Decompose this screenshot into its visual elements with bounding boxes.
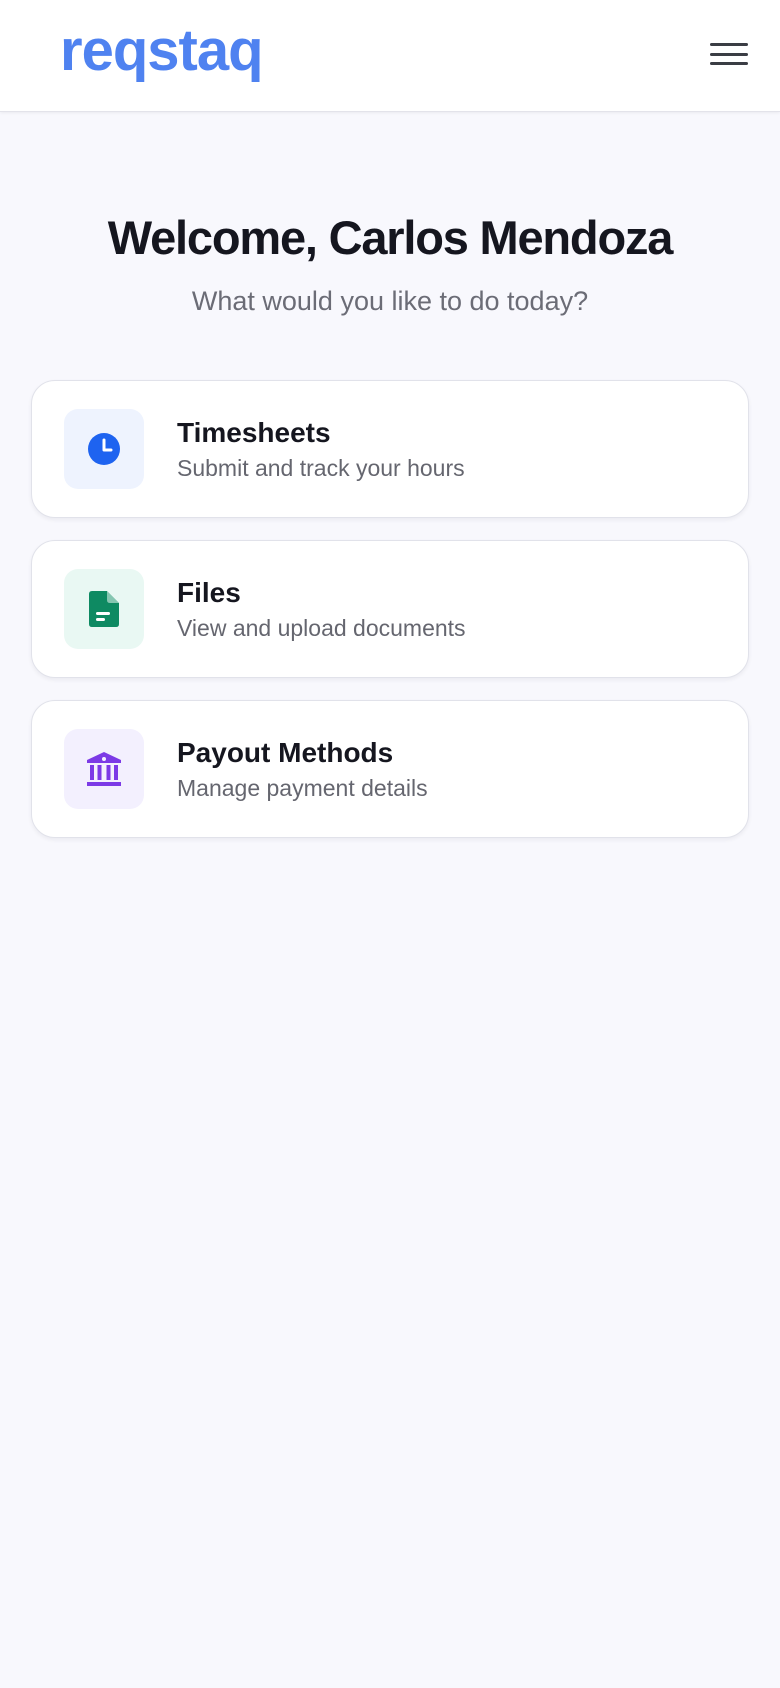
payout-methods-icon-tile bbox=[64, 729, 144, 810]
timesheets-title: Timesheets bbox=[177, 416, 331, 448]
payout-methods-card[interactable]: Payout Methods Manage payment details bbox=[31, 700, 749, 839]
bank-icon bbox=[87, 752, 121, 787]
payout-methods-title: Payout Methods bbox=[177, 736, 394, 768]
welcome-section: Welcome, Carlos Mendoza What would you l… bbox=[0, 112, 780, 317]
timesheets-card[interactable]: Timesheets Submit and track your hours bbox=[31, 380, 749, 519]
files-title: Files bbox=[177, 576, 241, 608]
clock-icon bbox=[88, 433, 120, 466]
files-card-text: Files View and upload documents bbox=[177, 576, 466, 643]
hamburger-menu-icon-line bbox=[710, 62, 748, 65]
files-description: View and upload documents bbox=[177, 615, 466, 642]
reqstaq-logo[interactable]: reqstaq bbox=[60, 22, 264, 80]
action-cards: Timesheets Submit and track your hours F… bbox=[0, 380, 780, 839]
welcome-subtitle: What would you like to do today? bbox=[191, 286, 589, 317]
payout-methods-description: Manage payment details bbox=[177, 775, 428, 802]
files-card[interactable]: Files View and upload documents bbox=[31, 540, 749, 679]
hamburger-menu-button[interactable] bbox=[708, 37, 750, 71]
timesheets-icon-tile bbox=[64, 409, 144, 490]
welcome-title: Welcome, Carlos Mendoza bbox=[107, 211, 674, 264]
files-icon-tile bbox=[64, 569, 144, 650]
document-icon bbox=[89, 591, 119, 628]
top-header: reqstaq bbox=[0, 0, 780, 112]
timesheets-description: Submit and track your hours bbox=[177, 455, 465, 482]
app-root: reqstaq Welcome, Carlos Mendoza What wou… bbox=[0, 0, 780, 1688]
timesheets-card-text: Timesheets Submit and track your hours bbox=[177, 416, 465, 483]
payout-methods-card-text: Payout Methods Manage payment details bbox=[177, 736, 428, 803]
hamburger-menu-icon-line bbox=[710, 52, 748, 56]
hamburger-menu-icon-line bbox=[710, 43, 748, 46]
